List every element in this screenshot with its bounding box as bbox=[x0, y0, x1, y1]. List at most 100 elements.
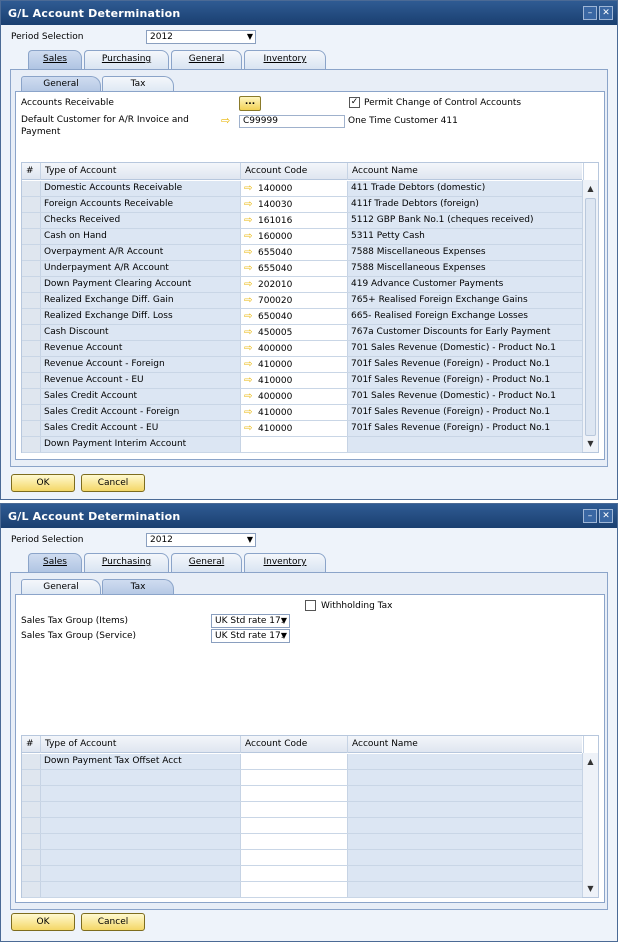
scroll-up-icon[interactable]: ▲ bbox=[585, 756, 596, 767]
ok-button[interactable]: OK bbox=[11, 913, 75, 931]
table-row[interactable]: Overpayment A/R Account ⇨ 655040 7588 Misce… bbox=[22, 245, 584, 261]
account-code-cell[interactable]: ⇨ 400000 bbox=[241, 341, 348, 356]
link-arrow-icon[interactable]: ⇨ bbox=[244, 421, 258, 436]
period-select[interactable]: 2012 ▼ bbox=[146, 533, 256, 547]
tab-inventory[interactable]: Inventory bbox=[244, 553, 326, 572]
link-arrow-icon[interactable]: ⇨ bbox=[244, 213, 258, 228]
table-row[interactable]: Sales Credit Account ⇨ 400000 701 Sales Rev… bbox=[22, 389, 584, 405]
table-row[interactable] bbox=[22, 866, 584, 882]
account-code-cell[interactable]: ⇨ 410000 bbox=[241, 421, 348, 436]
row-number-cell[interactable] bbox=[22, 293, 41, 308]
table-row[interactable]: Revenue Account ⇨ 400000 701 Sales Revenue … bbox=[22, 341, 584, 357]
withholding-tax-checkbox[interactable] bbox=[305, 600, 316, 611]
row-number-cell[interactable] bbox=[22, 261, 41, 276]
row-number-cell[interactable] bbox=[22, 373, 41, 388]
table-row[interactable]: Sales Credit Account - Foreign ⇨ 410000 701… bbox=[22, 405, 584, 421]
tab-purchasing[interactable]: Purchasing bbox=[84, 553, 169, 572]
close-icon[interactable]: ✕ bbox=[599, 509, 613, 523]
tab-inventory[interactable]: Inventory bbox=[244, 50, 326, 69]
row-number-cell[interactable] bbox=[22, 770, 41, 785]
link-arrow-icon[interactable]: ⇨ bbox=[244, 245, 258, 260]
subtab-tax[interactable]: Tax bbox=[102, 579, 174, 595]
cancel-button[interactable]: Cancel bbox=[81, 474, 145, 492]
table-row[interactable]: Down Payment Interim Account bbox=[22, 437, 584, 453]
title-bar[interactable]: G/L Account Determination – ✕ bbox=[1, 504, 617, 528]
table-row[interactable]: Realized Exchange Diff. Gain ⇨ 700020 765+ … bbox=[22, 293, 584, 309]
account-code-cell[interactable] bbox=[241, 818, 348, 833]
row-number-cell[interactable] bbox=[22, 325, 41, 340]
row-number-cell[interactable] bbox=[22, 421, 41, 436]
row-number-cell[interactable] bbox=[22, 229, 41, 244]
table-row[interactable]: Down Payment Clearing Account ⇨ 202010 419 … bbox=[22, 277, 584, 293]
account-code-cell[interactable]: ⇨ 410000 bbox=[241, 373, 348, 388]
account-code-cell[interactable]: ⇨ 700020 bbox=[241, 293, 348, 308]
account-code-cell[interactable] bbox=[241, 786, 348, 801]
row-number-cell[interactable] bbox=[22, 357, 41, 372]
account-code-cell[interactable] bbox=[241, 770, 348, 785]
link-arrow-icon[interactable]: ⇨ bbox=[244, 357, 258, 372]
account-code-cell[interactable] bbox=[241, 882, 348, 897]
table-row[interactable]: Revenue Account - Foreign ⇨ 410000 701f Sal… bbox=[22, 357, 584, 373]
table-row[interactable] bbox=[22, 882, 584, 898]
row-number-cell[interactable] bbox=[22, 802, 41, 817]
permit-change-checkbox[interactable]: ✓ bbox=[349, 97, 360, 108]
account-code-cell[interactable]: ⇨ 400000 bbox=[241, 389, 348, 404]
row-number-cell[interactable] bbox=[22, 245, 41, 260]
account-code-cell[interactable] bbox=[241, 802, 348, 817]
tab-sales[interactable]: Sales bbox=[28, 50, 82, 70]
account-code-cell[interactable]: ⇨ 450005 bbox=[241, 325, 348, 340]
table-row[interactable] bbox=[22, 850, 584, 866]
account-code-cell[interactable]: ⇨ 160000 bbox=[241, 229, 348, 244]
table-row[interactable]: Checks Received ⇨ 161016 5112 GBP Bank No.1… bbox=[22, 213, 584, 229]
row-number-cell[interactable] bbox=[22, 309, 41, 324]
link-arrow-icon[interactable]: ⇨ bbox=[244, 293, 258, 308]
scroll-up-icon[interactable]: ▲ bbox=[585, 183, 596, 194]
scroll-down-icon[interactable]: ▼ bbox=[585, 438, 596, 449]
link-arrow-icon[interactable]: ⇨ bbox=[244, 389, 258, 404]
scroll-thumb[interactable] bbox=[585, 198, 596, 436]
link-arrow-icon[interactable]: ⇨ bbox=[244, 325, 258, 340]
tab-purchasing[interactable]: Purchasing bbox=[84, 50, 169, 69]
subtab-general[interactable]: General bbox=[21, 579, 101, 595]
link-arrow-icon[interactable]: ⇨ bbox=[244, 373, 258, 388]
table-row[interactable]: Foreign Accounts Receivable ⇨ 140030 411f T… bbox=[22, 197, 584, 213]
ar-browse-button[interactable]: ... bbox=[239, 96, 261, 111]
table-row[interactable]: Underpayment A/R Account ⇨ 655040 7588 Misc… bbox=[22, 261, 584, 277]
minimize-icon[interactable]: – bbox=[583, 6, 597, 20]
subtab-general[interactable]: General bbox=[21, 76, 101, 92]
table-row[interactable]: Revenue Account - EU ⇨ 410000 701f Sales Re… bbox=[22, 373, 584, 389]
account-code-cell[interactable] bbox=[241, 754, 348, 769]
link-arrow-icon[interactable]: ⇨ bbox=[244, 341, 258, 356]
account-code-cell[interactable]: ⇨ 161016 bbox=[241, 213, 348, 228]
link-arrow-icon[interactable]: ⇨ bbox=[244, 181, 258, 196]
table-row[interactable] bbox=[22, 786, 584, 802]
tax-service-select[interactable]: UK Std rate 17. ▼ bbox=[211, 629, 290, 643]
table-row[interactable] bbox=[22, 802, 584, 818]
link-arrow-icon[interactable]: ⇨ bbox=[244, 405, 258, 420]
table-row[interactable] bbox=[22, 834, 584, 850]
link-arrow-icon[interactable]: ⇨ bbox=[244, 261, 258, 276]
row-number-cell[interactable] bbox=[22, 834, 41, 849]
row-number-cell[interactable] bbox=[22, 389, 41, 404]
link-arrow-icon[interactable]: ⇨ bbox=[221, 114, 230, 127]
account-code-cell[interactable]: ⇨ 655040 bbox=[241, 245, 348, 260]
row-number-cell[interactable] bbox=[22, 213, 41, 228]
table-row[interactable] bbox=[22, 770, 584, 786]
account-code-cell[interactable] bbox=[241, 866, 348, 881]
subtab-tax[interactable]: Tax bbox=[102, 76, 174, 92]
account-code-cell[interactable]: ⇨ 140000 bbox=[241, 181, 348, 196]
table-row[interactable]: Domestic Accounts Receivable ⇨ 140000 411 T… bbox=[22, 181, 584, 197]
table-scrollbar[interactable]: ▲ ▼ bbox=[582, 753, 598, 897]
link-arrow-icon[interactable]: ⇨ bbox=[244, 309, 258, 324]
table-row[interactable]: Cash on Hand ⇨ 160000 5311 Petty Cash bbox=[22, 229, 584, 245]
table-scrollbar[interactable]: ▲ ▼ bbox=[582, 180, 598, 452]
row-number-cell[interactable] bbox=[22, 754, 41, 769]
tab-sales[interactable]: Sales bbox=[28, 553, 82, 573]
link-arrow-icon[interactable]: ⇨ bbox=[244, 277, 258, 292]
tab-general[interactable]: General bbox=[171, 50, 242, 69]
row-number-cell[interactable] bbox=[22, 850, 41, 865]
account-code-cell[interactable]: ⇨ 650040 bbox=[241, 309, 348, 324]
account-code-cell[interactable]: ⇨ 655040 bbox=[241, 261, 348, 276]
account-code-cell[interactable] bbox=[241, 437, 348, 452]
table-row[interactable] bbox=[22, 818, 584, 834]
